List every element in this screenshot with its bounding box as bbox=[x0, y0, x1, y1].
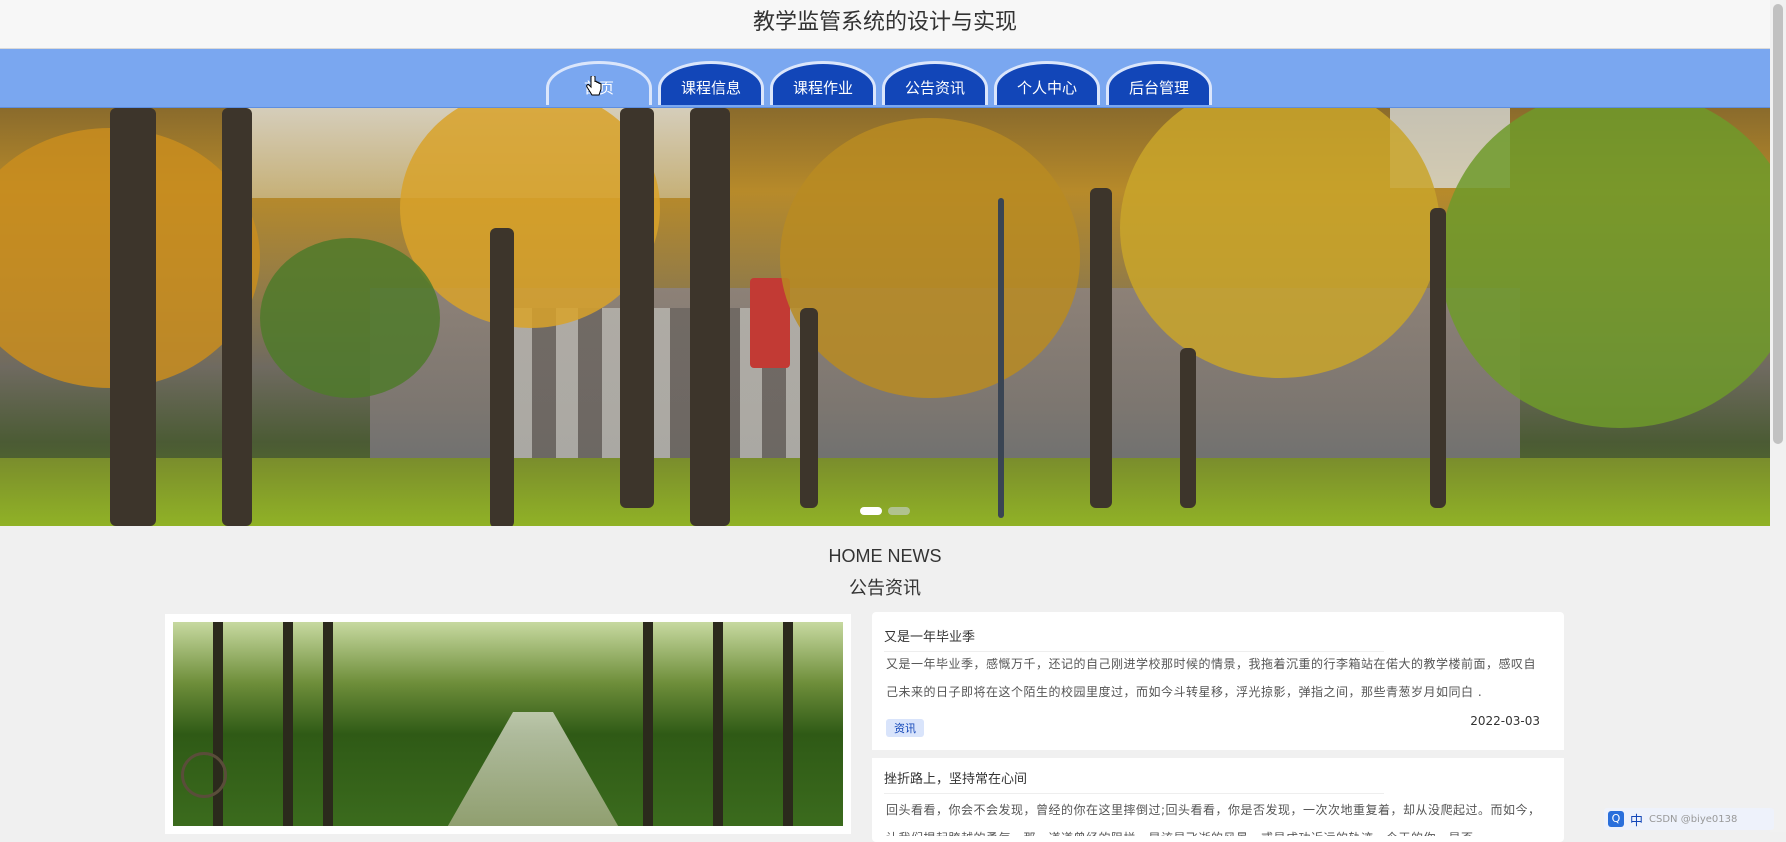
carousel-indicators bbox=[0, 500, 1770, 519]
scrollbar-thumb[interactable] bbox=[1773, 4, 1783, 444]
news-date: 2022-03-03 bbox=[1470, 714, 1540, 728]
news-item[interactable]: 又是一年毕业季 又是一年毕业季，感慨万千，还记的自己刚进学校那时候的情景，我拖着… bbox=[872, 612, 1564, 748]
photo-tree bbox=[323, 622, 333, 826]
news-excerpt: 又是一年毕业季，感慨万千，还记的自己刚进学校那时候的情景，我拖着沉重的行李箱站在… bbox=[886, 657, 1537, 699]
watermark: CSDN @biye0138 bbox=[1649, 813, 1738, 825]
nav-item-course-info[interactable]: 课程信息 bbox=[658, 61, 764, 105]
site-title: 教学监管系统的设计与实现 bbox=[0, 0, 1770, 49]
tree-trunk bbox=[800, 308, 818, 508]
nav-item-admin[interactable]: 后台管理 bbox=[1106, 61, 1212, 105]
news-title[interactable]: 挫折路上，坚持常在心间 bbox=[884, 768, 1384, 794]
news-featured-image[interactable] bbox=[165, 614, 851, 834]
photo-bicycle bbox=[181, 752, 227, 798]
photo-tree bbox=[283, 622, 293, 826]
news-title[interactable]: 又是一年毕业季 bbox=[884, 626, 1384, 652]
ime-toolbar[interactable]: Q 中 CSDN @biye0138 bbox=[1604, 808, 1774, 830]
tree-trunk bbox=[1090, 188, 1112, 508]
hand-pointer-cursor-icon bbox=[586, 76, 602, 96]
news-tag: 资讯 bbox=[886, 719, 924, 737]
tree-trunk bbox=[620, 108, 654, 508]
news-excerpt: 回头看看，你会不会发现，曾经的你在这里摔倒过;回头看看，你是否发现，一次次地重复… bbox=[886, 803, 1541, 836]
photo-path bbox=[433, 712, 633, 826]
photo-tree bbox=[643, 622, 653, 826]
photo-tree bbox=[783, 622, 793, 826]
photo-tree bbox=[713, 622, 723, 826]
hero-carousel[interactable] bbox=[0, 108, 1770, 526]
lamp-post bbox=[998, 198, 1004, 518]
foliage bbox=[260, 238, 440, 398]
ime-language-indicator[interactable]: 中 bbox=[1630, 810, 1643, 829]
news-list: 又是一年毕业季 又是一年毕业季，感慨万千，还记的自己刚进学校那时候的情景，我拖着… bbox=[872, 612, 1564, 842]
nav-item-announcements[interactable]: 公告资讯 bbox=[882, 61, 988, 105]
tree-trunk bbox=[110, 108, 156, 526]
foliage bbox=[780, 118, 1080, 398]
nav-item-personal-center[interactable]: 个人中心 bbox=[994, 61, 1100, 105]
nav-items: 首页 课程信息 课程作业 公告资讯 个人中心 后台管理 bbox=[546, 61, 1212, 107]
tree-trunk bbox=[1430, 208, 1446, 508]
main-nav: 首页 课程信息 课程作业 公告资讯 个人中心 后台管理 bbox=[0, 49, 1770, 108]
tree-trunk bbox=[690, 108, 730, 526]
news-divider bbox=[872, 750, 1564, 758]
photo-tree bbox=[213, 622, 223, 826]
section-title-en: HOME NEWS bbox=[828, 546, 942, 566]
carousel-dot-1[interactable] bbox=[860, 507, 882, 515]
tree-trunk bbox=[490, 228, 514, 526]
news-item[interactable]: 挫折路上，坚持常在心间 回头看看，你会不会发现，曾经的你在这里摔倒过;回头看看，… bbox=[872, 758, 1564, 842]
tree-trunk bbox=[222, 108, 252, 526]
tree-trunk bbox=[1180, 348, 1196, 508]
ime-logo-icon: Q bbox=[1608, 811, 1624, 827]
page-scrollbar[interactable] bbox=[1770, 0, 1786, 832]
carousel-dot-2[interactable] bbox=[888, 507, 910, 515]
nav-item-course-homework[interactable]: 课程作业 bbox=[770, 61, 876, 105]
section-title-zh: 公告资讯 bbox=[849, 578, 921, 599]
